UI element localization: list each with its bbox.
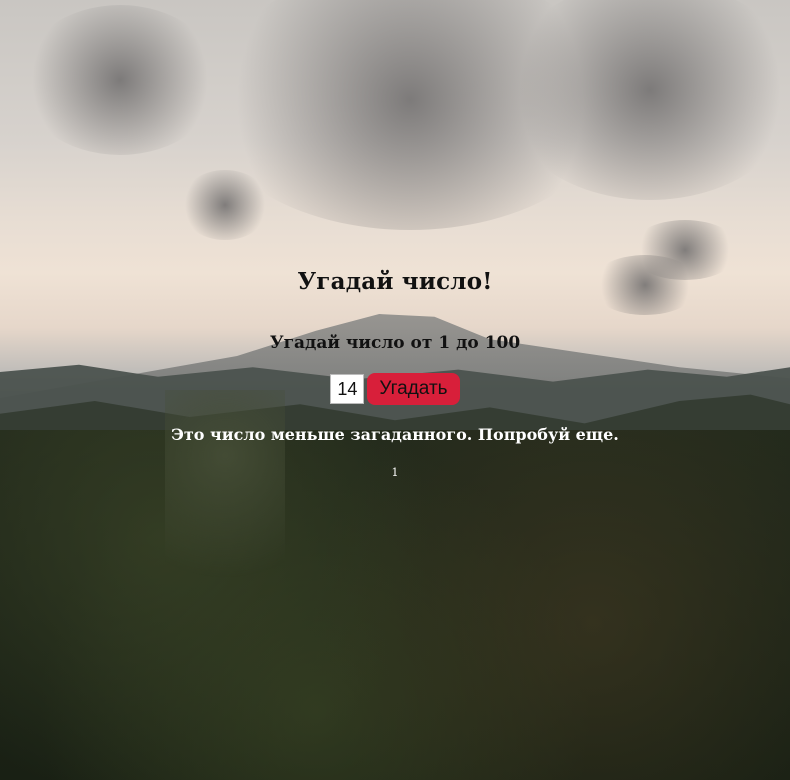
forest [0, 430, 790, 780]
page-title: Угадай число! [297, 268, 493, 295]
game-container: Угадай число! Угадай число от 1 до 100 У… [0, 268, 790, 479]
cloud [180, 170, 270, 240]
guess-form: Угадать [0, 373, 790, 405]
guess-button[interactable]: Угадать [367, 373, 460, 405]
cloud [20, 5, 220, 155]
guess-input[interactable] [330, 374, 365, 404]
attempts-count: 1 [391, 466, 399, 479]
feedback-message: Это число меньше загаданного. Попробуй е… [171, 425, 619, 444]
instruction-text: Угадай число от 1 до 100 [269, 333, 521, 353]
